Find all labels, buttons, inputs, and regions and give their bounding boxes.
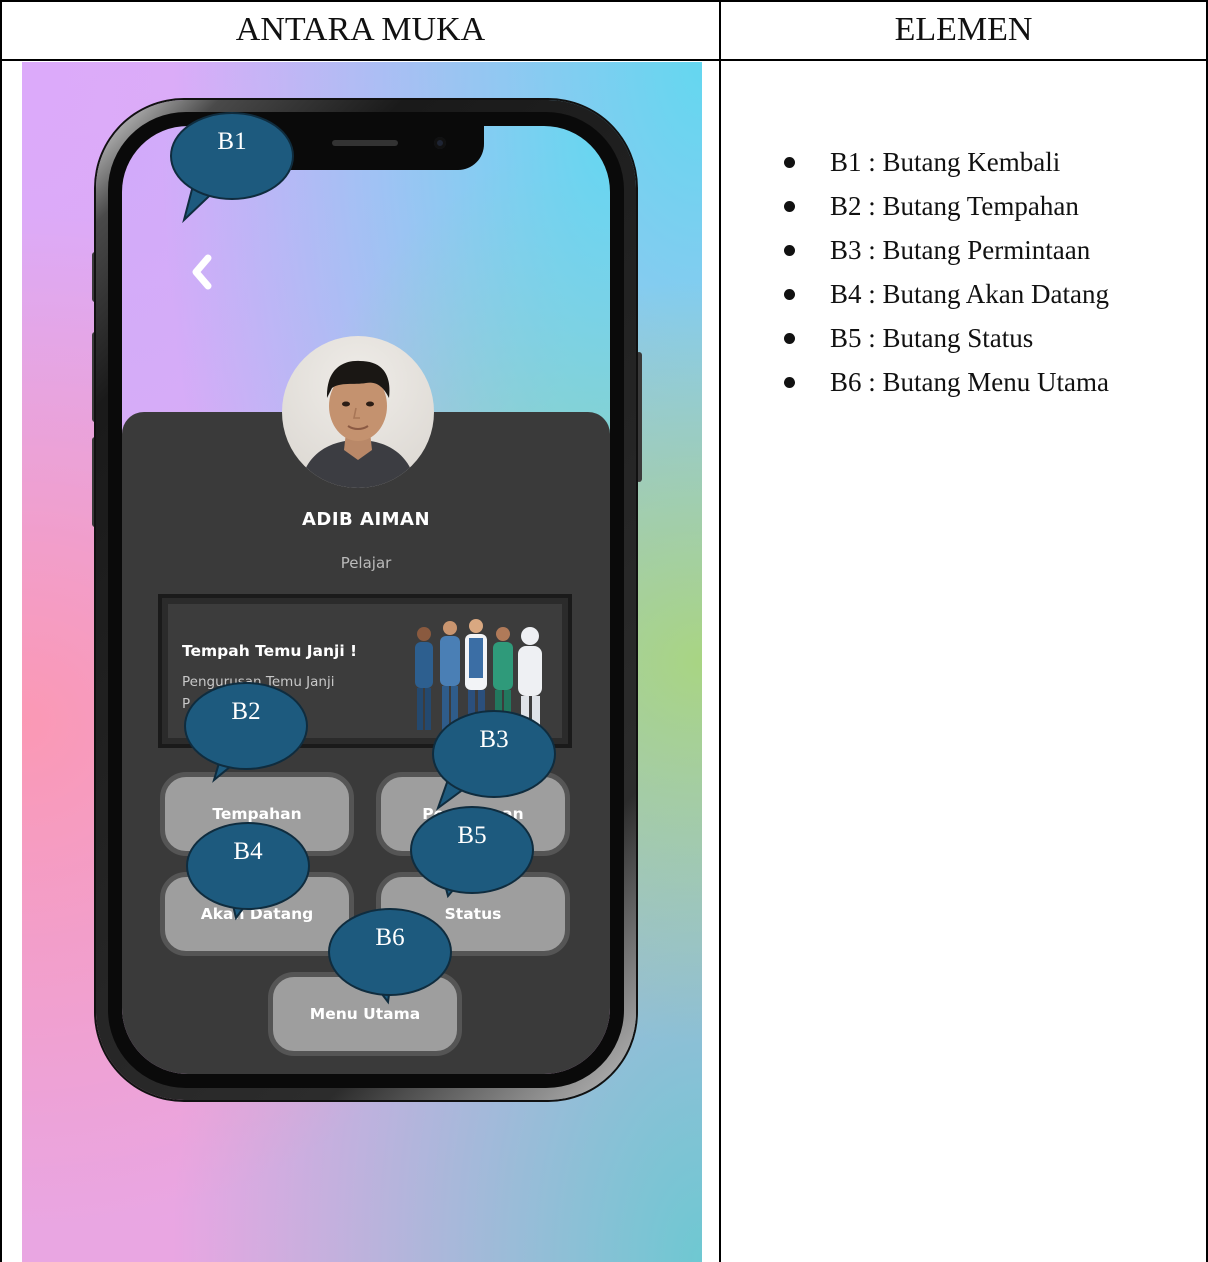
table-left-border <box>0 0 2 1262</box>
column-header-element: ELEMEN <box>894 11 1033 48</box>
legend-item: B1 : Butang Kembali <box>776 140 1109 184</box>
avatar-photo <box>300 360 416 488</box>
element-legend: B1 : Butang Kembali B2 : Butang Tempahan… <box>776 140 1109 404</box>
speaker-icon <box>332 140 398 146</box>
legend-item-label: B4 : Butang Akan Datang <box>830 279 1109 309</box>
column-header-interface: ANTARA MUKA <box>235 11 486 48</box>
chevron-left-icon <box>192 254 212 290</box>
legend-item-label: B5 : Butang Status <box>830 323 1034 353</box>
bullet-icon <box>784 157 795 168</box>
bullet-icon <box>784 289 795 300</box>
profile-role: Pelajar <box>340 554 392 572</box>
avatar <box>282 336 434 488</box>
document-table: ANTARA MUKA ELEMEN ADIB AIMAN Pelajar Te… <box>0 0 1208 1262</box>
bullet-icon <box>784 245 795 256</box>
legend-item: B3 : Butang Permintaan <box>776 228 1109 272</box>
callout-b5: B5 <box>410 806 534 894</box>
legend-item-label: B3 : Butang Permintaan <box>830 235 1091 265</box>
bullet-icon <box>784 333 795 344</box>
legend-item: B6 : Butang Menu Utama <box>776 360 1109 404</box>
banner-title: Tempah Temu Janji ! <box>182 642 358 660</box>
profile-name: ADIB AIMAN <box>301 509 431 530</box>
callout-b6: B6 <box>328 908 452 996</box>
legend-item: B2 : Butang Tempahan <box>776 184 1109 228</box>
callout-b4: B4 <box>186 822 310 910</box>
legend-item: B4 : Butang Akan Datang <box>776 272 1109 316</box>
bullet-icon <box>784 377 795 388</box>
interface-screenshot: ADIB AIMAN Pelajar Tempah Temu Janji ! P… <box>22 62 702 1262</box>
table-column-divider <box>719 0 721 1262</box>
phone-power-button <box>636 352 642 482</box>
legend-item-label: B6 : Butang Menu Utama <box>830 367 1109 397</box>
camera-icon <box>434 137 446 149</box>
legend-item-label: B1 : Butang Kembali <box>830 147 1061 177</box>
callout-b3: B3 <box>432 710 556 798</box>
table-header-divider <box>0 59 1208 61</box>
back-button[interactable] <box>184 252 220 292</box>
legend-item-label: B2 : Butang Tempahan <box>830 191 1079 221</box>
legend-item: B5 : Butang Status <box>776 316 1109 360</box>
callout-b2: B2 <box>184 682 308 770</box>
bullet-icon <box>784 201 795 212</box>
callout-b1: B1 <box>170 112 294 200</box>
